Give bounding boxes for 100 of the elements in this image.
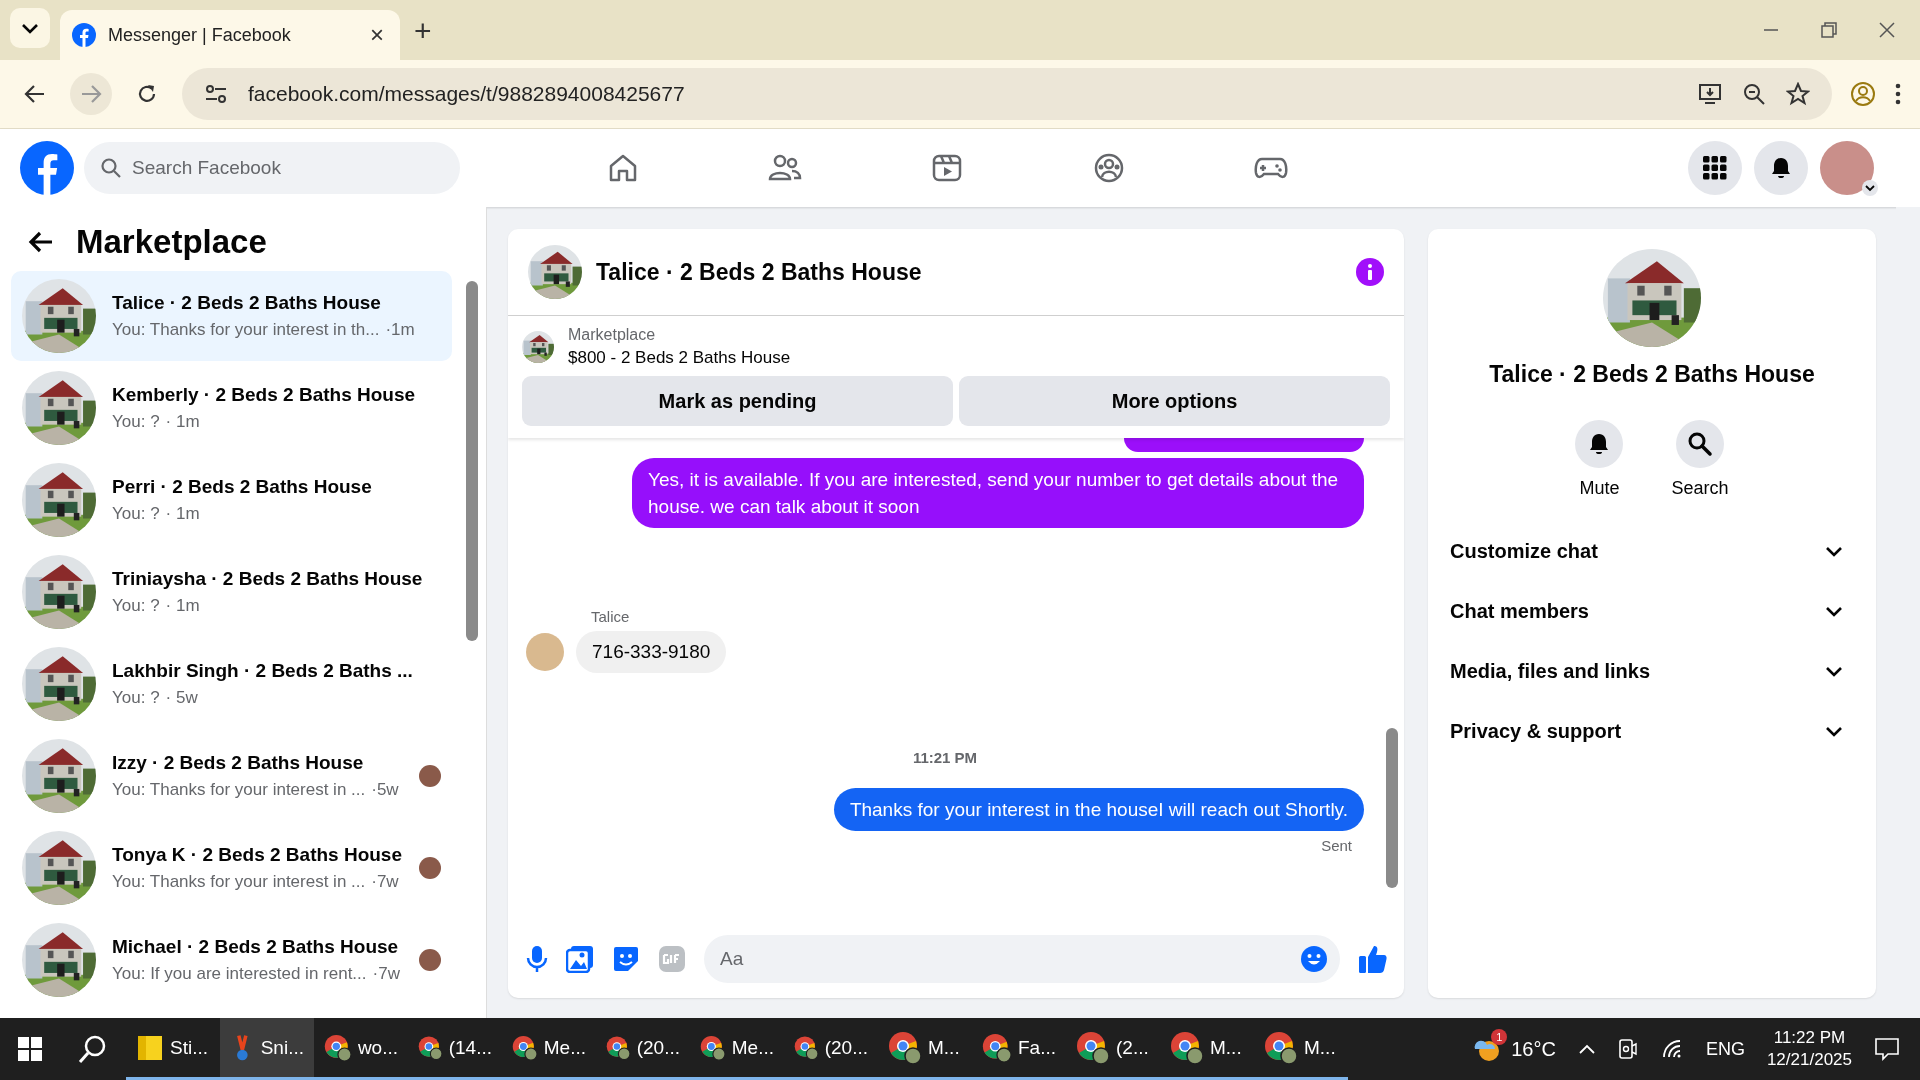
- conversation-item[interactable]: Triniaysha · 2 Beds 2 Baths House You: ? · 1m: [11, 547, 452, 637]
- taskbar-app[interactable]: (20...: [784, 1018, 878, 1080]
- sender-name: Talice: [591, 608, 631, 625]
- url-text: facebook.com/messages/t/9882894008425677: [248, 82, 686, 106]
- message-timestamp: 11:21 PM: [912, 749, 978, 766]
- site-settings-icon: [204, 83, 228, 105]
- taskbar-app[interactable]: M...: [1254, 1018, 1348, 1080]
- conversation-name: Perri · 2 Beds 2 Baths House: [112, 476, 373, 498]
- taskbar-app[interactable]: (14...: [408, 1018, 502, 1080]
- message-time: ·7w: [372, 964, 400, 984]
- conversation-item[interactable]: Talice · 2 Beds 2 Baths House You: Thanks for your interest in th... ·1m: [11, 271, 452, 361]
- taskbar-app[interactable]: Me...: [502, 1018, 596, 1080]
- microphone-button[interactable]: [526, 945, 548, 973]
- tab-title: Messenger | Facebook: [108, 24, 292, 46]
- clock-date[interactable]: 12/21/2025: [1766, 1049, 1852, 1071]
- facebook-logo[interactable]: [20, 141, 74, 195]
- contact-name: Talice · 2 Beds 2 Baths House: [1489, 361, 1815, 388]
- message-preview: You: ?: [112, 504, 160, 524]
- forward-button[interactable]: [70, 73, 112, 115]
- sticker-button[interactable]: [612, 945, 640, 973]
- microphone-icon: [526, 945, 548, 973]
- address-bar[interactable]: facebook.com/messages/t/9882894008425677: [182, 68, 1832, 120]
- action-button[interactable]: Mark as pending: [522, 376, 953, 426]
- clock-time[interactable]: 11:22 PM: [1773, 1027, 1846, 1049]
- section-header[interactable]: Chat members: [1450, 581, 1854, 641]
- taskbar-app[interactable]: Me...: [690, 1018, 784, 1080]
- home-icon: [607, 152, 639, 184]
- taskbar-app[interactable]: (2...: [1066, 1018, 1160, 1080]
- action-button[interactable]: More options: [959, 376, 1390, 426]
- chevron-down-icon: [1824, 724, 1844, 738]
- section-header[interactable]: Customize chat: [1450, 521, 1854, 581]
- notification-icon[interactable]: [1874, 1037, 1900, 1061]
- profile-icon[interactable]: [1850, 81, 1876, 107]
- zoom-icon[interactable]: [1742, 82, 1766, 106]
- listing-title: $800 - 2 Beds 2 Baths House: [568, 348, 791, 368]
- menu-button[interactable]: [1688, 141, 1742, 195]
- message-bubble: 716-333-9180: [576, 631, 727, 673]
- message-status: Sent: [1321, 837, 1352, 854]
- search-field[interactable]: Search Facebook: [84, 142, 460, 194]
- conversation-item[interactable]: Tonya K · 2 Beds 2 Baths House You: Thanks for your interest in ... ·7w: [11, 823, 452, 913]
- message-preview: You: Thanks for your interest in ...: [112, 780, 366, 800]
- new-tab-button[interactable]: +: [410, 14, 436, 48]
- star-icon[interactable]: [1786, 82, 1810, 106]
- photo-button[interactable]: [566, 945, 594, 973]
- taskbar-app[interactable]: M...: [878, 1018, 972, 1080]
- chevron-down-icon: [20, 21, 40, 35]
- conversation-item[interactable]: Perri · 2 Beds 2 Baths House You: ? · 1m: [11, 455, 452, 545]
- message-time: · 1m: [165, 412, 200, 432]
- section-header[interactable]: Privacy & support: [1450, 701, 1854, 761]
- video-icon: [931, 152, 963, 184]
- section-header[interactable]: Media, files and links: [1450, 641, 1854, 701]
- scrollbar[interactable]: [466, 281, 478, 641]
- message-preview: You: ?: [112, 596, 160, 616]
- bell-icon: [1769, 156, 1793, 180]
- restore-icon[interactable]: [1820, 21, 1838, 39]
- emoji-icon[interactable]: [1300, 945, 1328, 973]
- chevron-down-icon: [1824, 544, 1844, 558]
- avatar: [526, 633, 564, 671]
- temperature: 16°C: [1511, 1037, 1556, 1061]
- close-icon[interactable]: [1878, 21, 1896, 39]
- conversation-item[interactable]: Lakhbir Singh · 2 Beds 2 Baths ... You: ? · 5w: [11, 639, 452, 729]
- language-indicator[interactable]: ENG: [1705, 1038, 1745, 1060]
- scrollbar[interactable]: [1386, 728, 1398, 888]
- browser-icon: [1264, 1030, 1298, 1065]
- message-time: ·7w: [371, 872, 399, 892]
- browser-tab[interactable]: Messenger | Facebook ×: [60, 10, 400, 60]
- message-preview: You: Thanks for your interest in th...: [112, 320, 380, 340]
- conversation-item[interactable]: Kemberly · 2 Beds 2 Baths House You: ? · 1m: [11, 363, 452, 453]
- sticker-icon: [612, 945, 640, 973]
- back-arrow-icon[interactable]: [28, 230, 54, 254]
- search-icon: [1687, 431, 1713, 457]
- browser-icon: [1170, 1030, 1204, 1065]
- conversation-name: Tonya K · 2 Beds 2 Baths House: [112, 844, 403, 866]
- menu-icon[interactable]: [1894, 82, 1902, 106]
- windows-icon: [18, 1037, 42, 1061]
- gif-icon: [658, 945, 686, 973]
- message-input[interactable]: Aa: [704, 935, 1340, 983]
- taskbar-app[interactable]: M...: [1160, 1018, 1254, 1080]
- conversation-item[interactable]: Izzy · 2 Beds 2 Baths House You: Thanks for your interest in ... ·5w: [11, 731, 452, 821]
- tab-list-button[interactable]: [10, 8, 50, 48]
- thumbs-up-icon: [1358, 944, 1388, 974]
- browser-icon: [1076, 1030, 1110, 1065]
- like-button[interactable]: [1358, 944, 1388, 974]
- facebook-icon: [72, 23, 96, 47]
- taskbar-app[interactable]: (20...: [596, 1018, 690, 1080]
- conversation-item[interactable]: Michael · 2 Beds 2 Baths House You: If you are interested in rent... ·7w: [11, 915, 452, 1005]
- camera-icon[interactable]: [1617, 1038, 1638, 1060]
- taskbar-app[interactable]: Sni...: [220, 1018, 314, 1080]
- forward-arrow-icon: [80, 83, 102, 105]
- chevron-up-icon[interactable]: [1577, 1043, 1596, 1055]
- info-icon[interactable]: [1356, 258, 1384, 286]
- chevron-down-icon: [1824, 664, 1844, 678]
- notification-badge: 1: [1491, 1029, 1508, 1045]
- taskbar-app[interactable]: wo...: [314, 1018, 408, 1080]
- taskbar-app[interactable]: Fa...: [972, 1018, 1066, 1080]
- conversation-name: Izzy · 2 Beds 2 Baths House: [112, 752, 365, 774]
- close-tab-button[interactable]: ×: [366, 21, 388, 49]
- grid-icon: [1703, 156, 1727, 180]
- notifications-button[interactable]: [1754, 141, 1808, 195]
- install-icon[interactable]: [1698, 82, 1722, 106]
